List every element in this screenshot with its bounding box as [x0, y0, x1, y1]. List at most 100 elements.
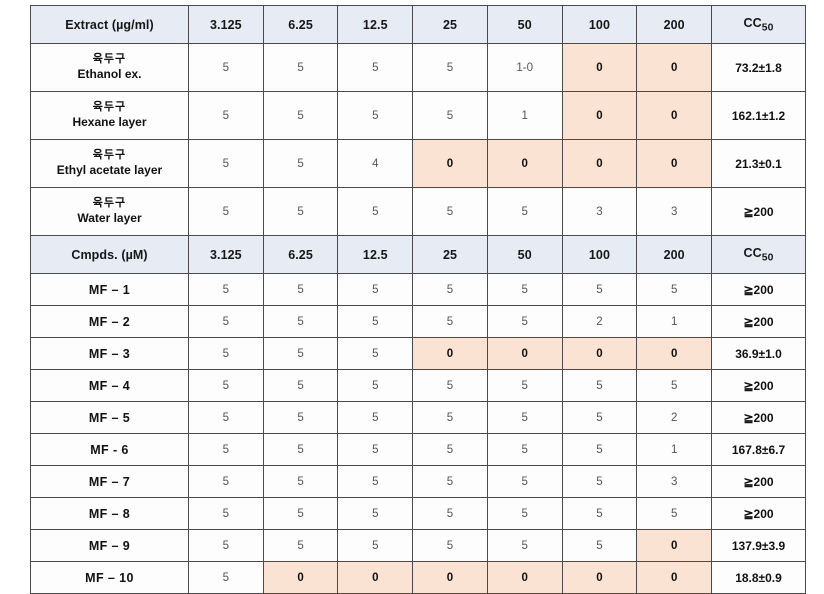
cell-value: 5: [262, 337, 339, 370]
row-label-english-name: Water layer: [77, 210, 142, 225]
cytotoxicity-table-container: Extract (µg/ml) 3.125 6.25 12.5 25 50 100 200 CC…: [30, 5, 806, 594]
cell-value: 0: [561, 561, 638, 594]
table-header-row-cmpds: Cmpds. (µM) 3.125 6.25 12.5 25 50 100 200 CC50: [30, 235, 806, 274]
cell-value: 5: [412, 497, 488, 530]
column-header-dose-200: 200: [636, 5, 713, 44]
cell-value: 5: [337, 43, 414, 92]
table-row: MF – 10 5 0 0 0 0 0 0 18.8±0.9: [30, 561, 806, 594]
cell-value: 1: [486, 91, 563, 140]
row-label-compound: MF – 2: [30, 305, 189, 338]
cell-value: 5: [486, 465, 563, 498]
cell-value: 5: [561, 369, 638, 402]
cell-value: 5: [412, 91, 488, 140]
row-label-compound: MF – 9: [30, 529, 189, 562]
cell-value: 5: [262, 369, 339, 402]
cell-value: 0: [337, 561, 414, 594]
cell-value: 0: [561, 43, 638, 92]
cell-value: 0: [636, 91, 713, 140]
row-label-english-name: Ethyl acetate layer: [56, 162, 163, 177]
row-label-compound: MF – 7: [30, 465, 189, 498]
cell-cc50: ≧200: [711, 369, 806, 402]
cell-value: 0: [412, 337, 488, 370]
cell-value: 0: [636, 529, 713, 562]
cell-value: 5: [636, 273, 713, 306]
row-label-english-name: Hexane layer: [72, 114, 147, 129]
row-label-compound: MF – 3: [30, 337, 189, 370]
cell-value: 5: [187, 273, 264, 306]
cell-value: 5: [262, 305, 339, 338]
cell-value: 1: [636, 305, 713, 338]
cell-value: 5: [412, 43, 488, 92]
cell-value: 5: [561, 465, 638, 498]
cc50-base-text: CC: [743, 245, 762, 260]
cell-value: 5: [337, 187, 414, 236]
table-row: MF – 8 5 5 5 5 5 5 5 ≧200: [30, 497, 806, 530]
cell-value: 5: [187, 91, 264, 140]
cell-value: 0: [486, 337, 563, 370]
column-header-dose-200: 200: [636, 235, 713, 274]
cell-cc50: ≧200: [711, 497, 806, 530]
cell-value: 3: [636, 187, 713, 236]
row-label-english-name: Ethanol ex.: [77, 66, 142, 81]
row-label-compound: MF – 8: [30, 497, 189, 530]
table-row: MF - 6 5 5 5 5 5 5 1 167.8±6.7: [30, 433, 806, 466]
cell-value: 5: [262, 91, 339, 140]
table-header-row-extract: Extract (µg/ml) 3.125 6.25 12.5 25 50 100 200 CC…: [30, 5, 806, 44]
cc50-base-text: CC: [743, 15, 762, 30]
cell-value: 0: [486, 139, 563, 188]
table-row: MF – 3 5 5 5 0 0 0 0 36.9±1.0: [30, 337, 806, 370]
cell-value: 5: [636, 369, 713, 402]
row-label-compound: MF - 6: [30, 433, 189, 466]
cell-value: 5: [262, 187, 339, 236]
cell-value: 5: [412, 401, 488, 434]
cell-cc50: 137.9±3.9: [711, 529, 806, 562]
cell-value: 5: [412, 369, 488, 402]
cell-value: 5: [337, 401, 414, 434]
cell-value: 4: [337, 139, 414, 188]
cell-value: 5: [187, 401, 264, 434]
cell-value: 5: [412, 529, 488, 562]
row-label-compound: MF – 10: [30, 561, 189, 594]
cc50-subscript-text: 50: [761, 22, 774, 34]
cell-value: 5: [412, 187, 488, 236]
cell-value: 5: [262, 43, 339, 92]
column-header-extract-label: Extract (µg/ml): [30, 5, 189, 44]
cell-value: 5: [486, 529, 563, 562]
cell-cc50: 73.2±1.8: [711, 43, 806, 92]
column-header-dose-6.25: 6.25: [262, 235, 339, 274]
row-label-extract: 육두구 Hexane layer: [30, 91, 189, 140]
cell-value: 5: [486, 369, 563, 402]
cell-value: 5: [337, 369, 414, 402]
cell-value: 0: [412, 139, 488, 188]
cell-value: 2: [561, 305, 638, 338]
cell-value: 5: [486, 187, 563, 236]
row-label-compound: MF – 5: [30, 401, 189, 434]
cell-value: 5: [337, 337, 414, 370]
cell-value: 5: [337, 433, 414, 466]
cell-value: 3: [636, 465, 713, 498]
cell-cc50: 18.8±0.9: [711, 561, 806, 594]
cell-value: 5: [262, 465, 339, 498]
cell-value: 0: [636, 337, 713, 370]
table-row: MF – 1 5 5 5 5 5 5 5 ≧200: [30, 273, 806, 306]
cell-value: 5: [337, 273, 414, 306]
cell-value: 5: [262, 433, 339, 466]
cell-cc50: ≧200: [711, 187, 806, 236]
cell-cc50: ≧200: [711, 465, 806, 498]
cell-value: 2: [636, 401, 713, 434]
cell-value: 5: [337, 529, 414, 562]
cell-value: 0: [636, 43, 713, 92]
table-row: 육두구 Ethyl acetate layer 5 5 4 0 0 0 0 21.3±0.1: [30, 139, 806, 188]
column-header-dose-100: 100: [561, 235, 638, 274]
table-row: 육두구 Ethanol ex. 5 5 5 5 1-0 0 0 73.2±1.8: [30, 43, 806, 92]
table-row: MF – 5 5 5 5 5 5 5 2 ≧200: [30, 401, 806, 434]
cell-value: 1-0: [486, 43, 563, 92]
row-label-compound: MF – 1: [30, 273, 189, 306]
column-header-cmpds-label: Cmpds. (µM): [30, 235, 189, 274]
cell-value: 5: [486, 433, 563, 466]
cell-value: 5: [187, 139, 264, 188]
cell-cc50: 36.9±1.0: [711, 337, 806, 370]
cell-value: 5: [187, 433, 264, 466]
table-row: 육두구 Hexane layer 5 5 5 5 1 0 0 162.1±1.2: [30, 91, 806, 140]
cell-value: 5: [262, 529, 339, 562]
